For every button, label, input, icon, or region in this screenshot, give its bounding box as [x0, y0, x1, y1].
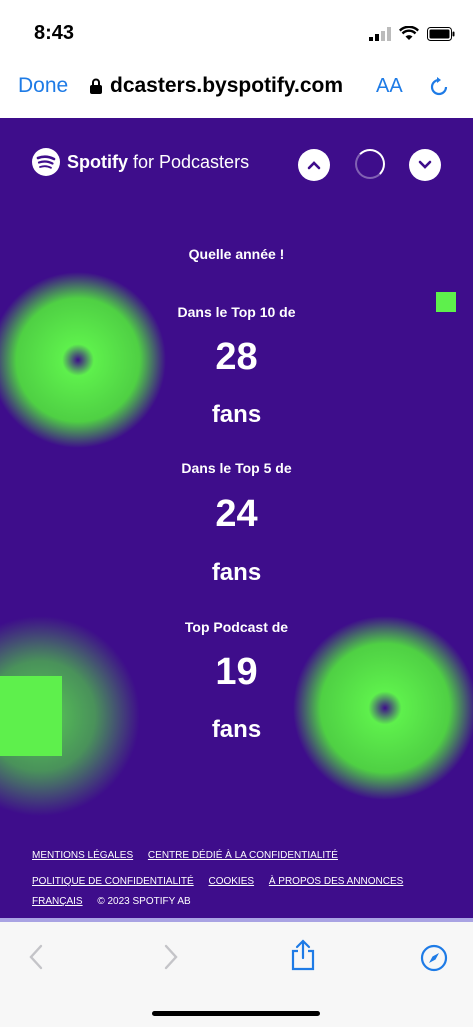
wifi-icon — [399, 26, 419, 40]
url-text: dcasters.byspotify.com — [110, 74, 344, 97]
compass-icon[interactable] — [420, 944, 448, 972]
done-button[interactable]: Done — [18, 74, 68, 98]
firework-bottom-right — [293, 616, 473, 800]
previous-story-button[interactable] — [298, 149, 330, 181]
status-icons — [369, 26, 455, 41]
loading-spinner — [355, 149, 385, 179]
spotify-icon — [32, 148, 60, 176]
cookies-link[interactable]: COOKIES — [208, 876, 254, 887]
copyright-text: © 2023 SPOTIFY AB — [97, 896, 191, 907]
footer-row-3: FRANÇAIS © 2023 SPOTIFY AB — [32, 896, 191, 907]
lock-icon — [90, 78, 102, 94]
browser-toolbar — [0, 918, 473, 1027]
signal-icon — [369, 26, 391, 41]
language-link[interactable]: FRANÇAIS — [32, 896, 83, 907]
status-time: 8:43 — [34, 22, 75, 44]
chevron-down-icon — [418, 160, 432, 169]
top5-value: 24 — [215, 493, 258, 535]
wrapped-content: Spotify for Podcasters Quelle année ! Da… — [0, 118, 473, 918]
home-indicator — [152, 1011, 320, 1016]
top1-value: 19 — [215, 651, 258, 693]
legal-link[interactable]: MENTIONS LÉGALES — [32, 850, 133, 861]
footer-row-2: POLITIQUE DE CONFIDENTIALITÉ COOKIES À P… — [32, 876, 415, 887]
logo-text: Spotify for Podcasters — [67, 152, 249, 173]
top5-label: Dans le Top 5 de — [181, 460, 292, 476]
brand-suffix: for Podcasters — [133, 151, 250, 172]
url-field[interactable]: dcasters.byspotify.com — [90, 74, 343, 98]
back-icon[interactable] — [28, 944, 44, 970]
about-ads-link[interactable]: À PROPOS DES ANNONCES — [269, 876, 403, 887]
footer-row-1: MENTIONS LÉGALES CENTRE DÉDIÉ À LA CONFI… — [32, 850, 350, 861]
battery-icon — [427, 26, 455, 41]
brand-name: Spotify — [67, 151, 128, 172]
forward-icon[interactable] — [163, 944, 179, 970]
chevron-up-icon — [307, 161, 321, 170]
spotify-for-podcasters-logo[interactable]: Spotify for Podcasters — [32, 148, 249, 176]
reload-icon[interactable] — [428, 76, 450, 98]
top5-unit: fans — [211, 559, 262, 586]
share-icon[interactable] — [290, 939, 316, 971]
top10-unit: fans — [211, 401, 262, 428]
browser-bar: Done dcasters.byspotify.com AA — [0, 64, 473, 118]
intro-text: Quelle année ! — [188, 246, 285, 262]
privacy-center-link[interactable]: CENTRE DÉDIÉ À LA CONFIDENTIALITÉ — [148, 850, 338, 861]
next-story-button[interactable] — [409, 149, 441, 181]
top10-value: 28 — [215, 336, 258, 378]
privacy-policy-link[interactable]: POLITIQUE DE CONFIDENTIALITÉ — [32, 876, 194, 887]
top1-unit: fans — [211, 716, 262, 743]
top10-label: Dans le Top 10 de — [177, 304, 296, 320]
status-bar: 8:43 — [0, 0, 473, 64]
text-size-button[interactable]: AA — [376, 75, 403, 98]
top1-label: Top Podcast de — [184, 619, 289, 635]
